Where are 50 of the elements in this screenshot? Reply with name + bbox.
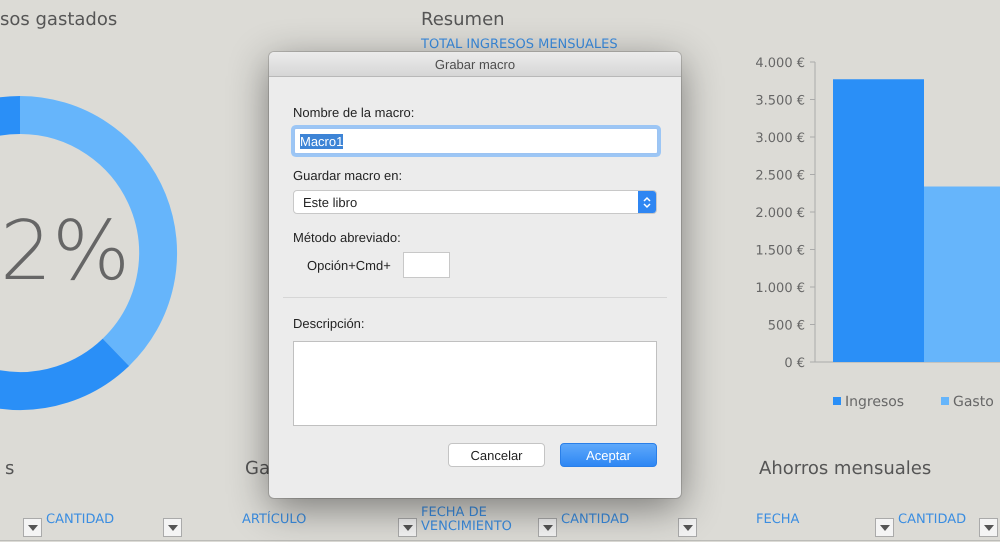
dialog-button[interactable]: Cancelar [448, 443, 545, 467]
description-field[interactable] [293, 341, 657, 426]
column-header: ARTÍCULO [242, 512, 308, 526]
axis-tick-label: 3.000 € [755, 131, 805, 146]
caret-icon [880, 524, 890, 530]
panel-title: sos gastados [0, 8, 118, 32]
axis-tick-label: 3.500 € [755, 94, 805, 108]
caret-icon [542, 524, 552, 530]
filter-dropdown-button[interactable] [23, 518, 42, 537]
caret-icon [402, 524, 412, 530]
field-label: Guardar macro en: [293, 168, 402, 183]
caret-icon [984, 524, 994, 530]
axis-tick-label: 2.000 € [755, 206, 805, 221]
caret-icon [682, 524, 692, 530]
macro-name-field[interactable]: Macro1 [294, 128, 658, 154]
legend-label: Ingresos [845, 394, 904, 410]
axis-tick-label: 1.500 € [755, 244, 805, 258]
axis-tick-label: 2.500 € [755, 168, 805, 184]
column-header: CANTIDAD [898, 512, 968, 526]
filter-dropdown-button[interactable] [678, 518, 697, 537]
shortcut-prefix: Opción+Cmd+ [307, 258, 391, 272]
percent-label: 2% [0, 204, 130, 299]
field-label: Método abreviado: [293, 230, 401, 245]
table-title: Ga [244, 457, 270, 481]
filter-dropdown-button[interactable] [875, 518, 894, 537]
column-header: CANTIDAD [561, 512, 630, 526]
caret-icon [28, 524, 38, 530]
shortcut-key-field[interactable] [402, 252, 450, 278]
axis-tick-label: 4.000 € [755, 56, 805, 71]
filter-dropdown-button[interactable] [538, 518, 557, 537]
column-header: CANTIDAD [46, 512, 116, 526]
column-header: FECHA DE VENCIMIENTO [421, 506, 513, 534]
field-label: Descripción: [293, 316, 365, 331]
column-header: TOTAL INGRESOS MENSUALES [421, 37, 618, 52]
table-title: s [4, 457, 14, 481]
table-title: Ahorros mensuales [758, 457, 932, 481]
legend-label: Gasto [953, 394, 994, 410]
axis-tick-label: 500 € [768, 318, 805, 334]
column-header: FECHA [756, 512, 800, 526]
axis-tick-label: 0 € [784, 356, 805, 371]
filter-dropdown-button[interactable] [163, 518, 182, 537]
axis-tick-label: 1.000 € [755, 281, 805, 296]
store-location-select[interactable]: Este libro [293, 190, 657, 214]
field-label: Nombre de la macro: [293, 105, 414, 120]
caret-icon [168, 524, 178, 530]
stepper-icon [638, 191, 656, 213]
filter-dropdown-button[interactable] [398, 518, 417, 537]
dialog-title: Grabar macro [434, 56, 516, 72]
panel-title: Resumen [421, 9, 506, 32]
filter-dropdown-button[interactable] [979, 518, 998, 537]
